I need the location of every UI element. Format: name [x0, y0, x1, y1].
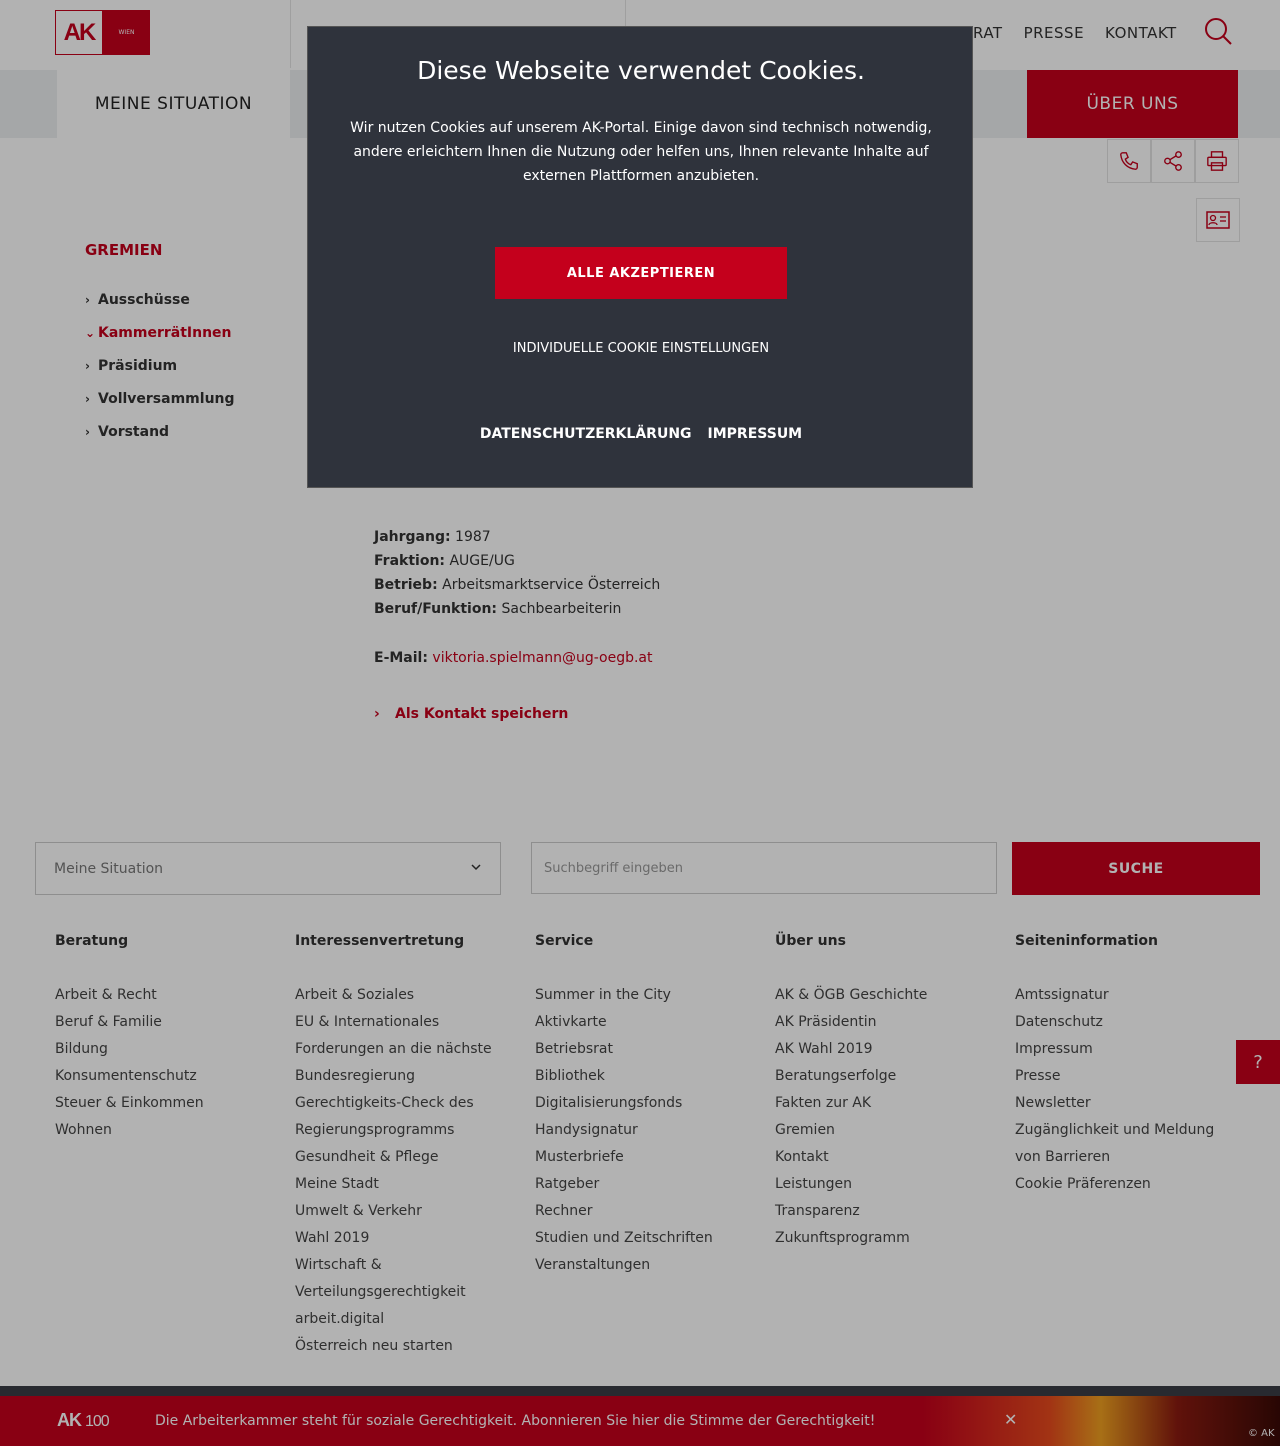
individual-settings-link[interactable]: INDIVIDUELLE COOKIE EINSTELLUNGEN	[308, 341, 974, 356]
cookie-dialog-text: Wir nutzen Cookies auf unserem AK-Portal…	[350, 120, 932, 184]
cookie-dialog-title: Diese Webseite verwendet Cookies.	[417, 56, 865, 85]
privacy-link[interactable]: DATENSCHUTZERKLÄRUNG	[480, 426, 692, 442]
accept-all-button[interactable]: ALLE AKZEPTIEREN	[495, 247, 787, 299]
cookie-overlay: Diese Webseite verwendet Cookies. Wir nu…	[0, 0, 1280, 1446]
cookie-dialog-links: DATENSCHUTZERKLÄRUNG IMPRESSUM	[308, 426, 974, 442]
imprint-link[interactable]: IMPRESSUM	[708, 426, 803, 442]
cookie-dialog: Diese Webseite verwendet Cookies. Wir nu…	[307, 26, 973, 488]
